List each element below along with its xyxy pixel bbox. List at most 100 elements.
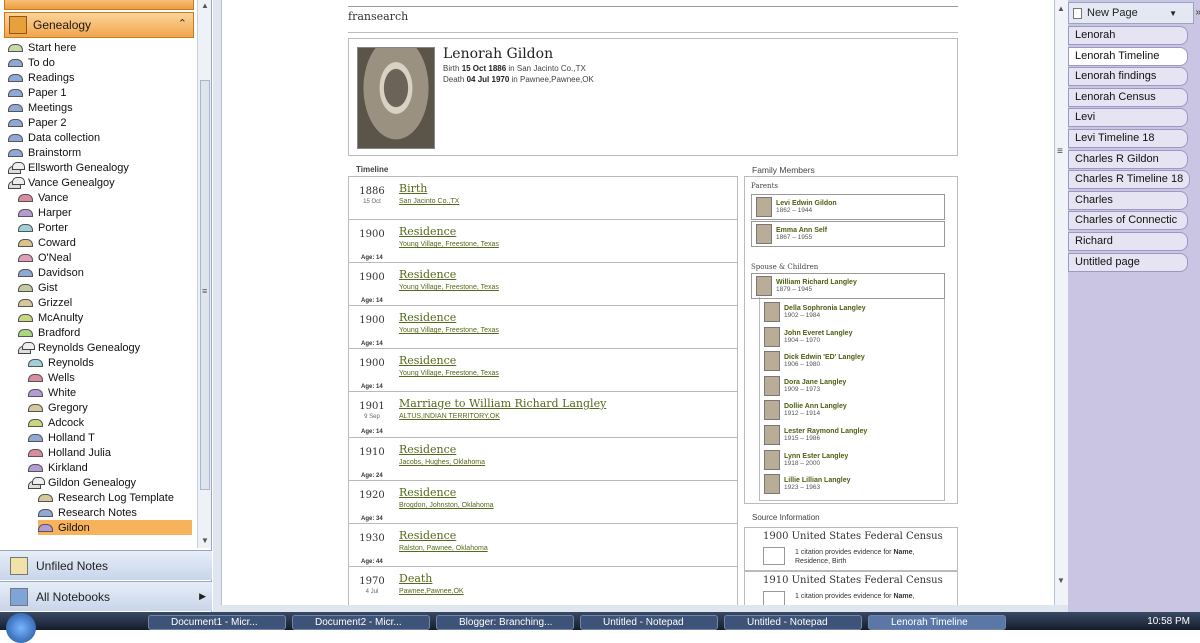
section-tab[interactable]: Coward xyxy=(18,235,192,250)
section-tab[interactable]: Brainstorm xyxy=(8,145,192,160)
taskbar-window-button[interactable]: Document1 - Micr... xyxy=(148,615,286,630)
timeline-place-link[interactable]: Brogdon, Johnston, Oklahoma xyxy=(399,502,494,509)
section-tab[interactable]: Paper 1 xyxy=(8,85,192,100)
page-tab[interactable]: Lenorah Census xyxy=(1068,87,1188,107)
dropdown-arrow-icon[interactable]: ▼ xyxy=(1169,9,1177,18)
collapse-pane-icon[interactable]: » xyxy=(1195,7,1200,18)
section-tab[interactable]: Harper xyxy=(18,205,192,220)
child-entry[interactable]: Della Sophronia Langley 1902 – 1984 xyxy=(760,299,944,325)
person-name-link[interactable]: Lynn Ester Langley xyxy=(784,453,848,460)
section-tab[interactable]: Reynolds xyxy=(28,355,192,370)
start-button[interactable] xyxy=(6,613,36,643)
child-entry[interactable]: Dora Jane Langley 1909 – 1973 xyxy=(760,373,944,399)
taskbar-window-button[interactable]: Untitled - Notepad xyxy=(724,615,862,630)
section-tab[interactable]: Gist xyxy=(18,280,192,295)
section-tab[interactable]: Bradford xyxy=(18,325,192,340)
section-tab[interactable]: To do xyxy=(8,55,192,70)
section-tab[interactable]: White xyxy=(28,385,192,400)
section-tab[interactable]: O'Neal xyxy=(18,250,192,265)
section-tab[interactable]: Research Log Template xyxy=(38,490,192,505)
page-tab[interactable]: Lenorah xyxy=(1068,26,1188,45)
timeline-event-link[interactable]: Residence xyxy=(399,443,456,456)
person-name-link[interactable]: Dick Edwin 'ED' Langley xyxy=(784,354,865,361)
new-page-button[interactable]: New Page ▼ » xyxy=(1068,2,1200,24)
section-tab[interactable]: Meetings xyxy=(8,100,192,115)
taskbar-window-button[interactable]: Untitled - Notepad xyxy=(580,615,718,630)
page-tab[interactable]: Richard xyxy=(1068,232,1188,251)
parent-entry[interactable]: Levi Edwin Gildon 1862 – 1944 xyxy=(751,194,945,220)
parent-entry[interactable]: Emma Ann Self 1867 – 1955 xyxy=(751,221,945,247)
taskbar-window-button[interactable]: Document2 - Micr... xyxy=(292,615,430,630)
section-group[interactable]: Ellsworth Genealogy xyxy=(8,160,192,175)
timeline-event-link[interactable]: Residence xyxy=(399,529,456,542)
child-entry[interactable]: Dick Edwin 'ED' Langley 1906 – 1980 xyxy=(760,348,944,374)
page-scroll-up-icon[interactable]: ▲ xyxy=(1057,4,1065,13)
section-tab[interactable]: Porter xyxy=(18,220,192,235)
person-name-link[interactable]: Lillie Lillian Langley xyxy=(784,477,851,484)
section-tab[interactable]: Vance xyxy=(18,190,192,205)
spouse-entry[interactable]: William Richard Langley 1879 – 1945 xyxy=(751,273,945,299)
unfiled-notes-button[interactable]: Unfiled Notes xyxy=(0,550,212,580)
taskbar-window-button[interactable]: Lenorah Timeline xyxy=(868,615,1006,630)
timeline-place-link[interactable]: Young Village, Freestone, Texas xyxy=(399,370,499,377)
child-entry[interactable]: Dollie Ann Langley 1912 – 1914 xyxy=(760,397,944,423)
timeline-place-link[interactable]: Young Village, Freestone, Texas xyxy=(399,284,499,291)
source-name[interactable]: 1900 United States Federal Census xyxy=(763,531,943,542)
child-entry[interactable]: John Everet Langley 1904 – 1970 xyxy=(760,324,944,350)
page-scrollbar[interactable]: ▲ ≡ ▼ xyxy=(1055,0,1068,605)
person-name-link[interactable]: John Everet Langley xyxy=(784,330,852,337)
section-tab[interactable]: Holland Julia xyxy=(28,445,192,460)
section-tab[interactable]: Gregory xyxy=(28,400,192,415)
section-tab[interactable]: Grizzel xyxy=(18,295,192,310)
section-tab[interactable]: Paper 2 xyxy=(8,115,192,130)
person-name-link[interactable]: Dollie Ann Langley xyxy=(784,403,847,410)
section-tab[interactable]: Research Notes xyxy=(38,505,192,520)
page-canvas[interactable]: fransearch Lenorah Gildon Birth 15 Oct 1… xyxy=(221,0,1055,605)
section-tab[interactable]: McAnulty xyxy=(18,310,192,325)
timeline-event-link[interactable]: Residence xyxy=(399,225,456,238)
page-tab[interactable]: Charles R Timeline 18 xyxy=(1068,170,1190,190)
collapsed-notebook-header[interactable] xyxy=(4,0,194,10)
page-scroll-down-icon[interactable]: ▼ xyxy=(1057,576,1065,585)
page-tab[interactable]: Charles xyxy=(1068,190,1188,210)
person-name-link[interactable]: Lester Raymond Langley xyxy=(784,428,867,435)
page-tab[interactable]: Lenorah Timeline xyxy=(1068,46,1188,66)
all-notebooks-button[interactable]: All Notebooks ▶ xyxy=(0,581,212,611)
notebook-header-genealogy[interactable]: Genealogy ⌃ xyxy=(4,12,194,38)
timeline-place-link[interactable]: Ralston, Pawnee, Oklahoma xyxy=(399,545,488,552)
page-scroll-grip-icon[interactable]: ≡ xyxy=(1057,146,1063,157)
timeline-place-link[interactable]: Young Village, Freestone, Texas xyxy=(399,241,499,248)
page-tab[interactable]: Lenorah findings xyxy=(1068,67,1188,87)
section-tab[interactable]: Kirkland xyxy=(28,460,192,475)
timeline-event-link[interactable]: Birth xyxy=(399,182,427,195)
page-tab[interactable]: Levi Timeline 18 xyxy=(1068,129,1188,148)
person-name-link[interactable]: Dora Jane Langley xyxy=(784,379,846,386)
timeline-place-link[interactable]: Pawnee,Pawnee,OK xyxy=(399,588,464,595)
source-name[interactable]: 1910 United States Federal Census xyxy=(763,575,943,586)
person-name-link[interactable]: Emma Ann Self xyxy=(776,227,827,234)
person-name-link[interactable]: Levi Edwin Gildon xyxy=(776,200,837,207)
section-group[interactable]: Gildon Genealogy xyxy=(28,475,192,490)
section-tab[interactable]: Gildon xyxy=(38,520,192,535)
page-tab[interactable]: Untitled page xyxy=(1068,252,1188,272)
timeline-event-link[interactable]: Residence xyxy=(399,354,456,367)
nav-scroll-thumb[interactable] xyxy=(200,80,210,490)
child-entry[interactable]: Lester Raymond Langley 1915 – 1986 xyxy=(760,422,944,448)
page-tab[interactable]: Charles R Gildon xyxy=(1068,149,1188,169)
section-group[interactable]: Vance Genealgoy xyxy=(8,175,192,190)
timeline-event-link[interactable]: Residence xyxy=(399,486,456,499)
timeline-event-link[interactable]: Residence xyxy=(399,268,456,281)
section-tab[interactable]: Holland T xyxy=(28,430,192,445)
taskbar-window-button[interactable]: Blogger: Branching... xyxy=(436,615,574,630)
page-tab[interactable]: Charles of Connectic xyxy=(1068,211,1188,231)
person-name-link[interactable]: Della Sophronia Langley xyxy=(784,305,866,312)
section-tab[interactable]: Adcock xyxy=(28,415,192,430)
timeline-event-link[interactable]: Residence xyxy=(399,311,456,324)
scroll-down-arrow-icon[interactable]: ▼ xyxy=(201,536,209,545)
nav-scrollbar[interactable]: ▲ ≡ ▼ xyxy=(197,0,211,548)
section-group[interactable]: Reynolds Genealogy xyxy=(18,340,192,355)
section-tab[interactable]: Readings xyxy=(8,70,192,85)
timeline-event-link[interactable]: Marriage to William Richard Langley xyxy=(399,397,606,410)
section-tab[interactable]: Davidson xyxy=(18,265,192,280)
section-tab[interactable]: Start here xyxy=(8,40,192,55)
